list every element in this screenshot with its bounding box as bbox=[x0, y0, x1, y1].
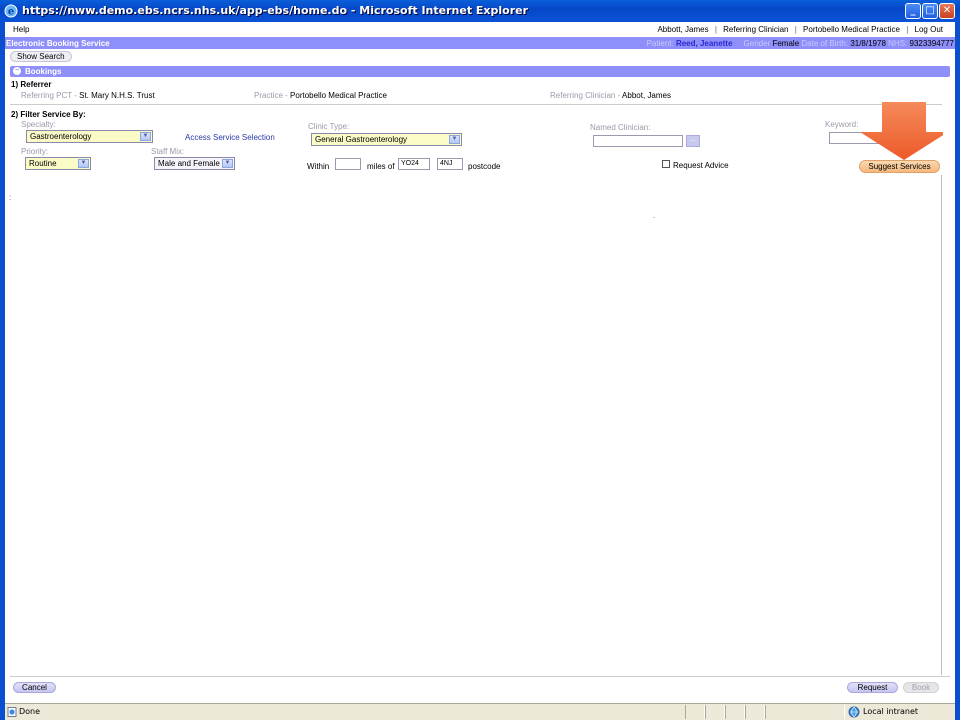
local-intranet-icon bbox=[848, 706, 860, 718]
chevron-down-icon[interactable]: ▼ bbox=[78, 159, 89, 168]
patient-dob: 31/8/1978 bbox=[850, 39, 886, 48]
patient-label: Patient: bbox=[646, 39, 674, 48]
referring-pct-label: Referring PCT - bbox=[21, 91, 77, 100]
specialty-select[interactable]: Gastroenterology ▼ bbox=[26, 130, 153, 143]
patient-nhs-number: 9323394777 bbox=[909, 39, 955, 48]
practice-value: Portobello Medical Practice bbox=[290, 91, 387, 100]
bookings-title: Bookings bbox=[25, 67, 62, 76]
right-edge-strip bbox=[941, 175, 955, 675]
specialty-value: Gastroenterology bbox=[30, 132, 92, 141]
clinic-type-label: Clinic Type: bbox=[308, 122, 350, 131]
patient-gender: Female bbox=[772, 39, 800, 48]
referring-clinician-value: Abbot, James bbox=[622, 91, 671, 100]
show-search-button[interactable]: Show Search bbox=[10, 51, 72, 62]
window-border-right bbox=[955, 22, 960, 720]
section-divider bbox=[10, 104, 942, 105]
staff-mix-label: Staff Mix: bbox=[151, 147, 185, 156]
help-menu[interactable]: Help bbox=[13, 25, 29, 34]
patient-banner: Patient: Reed, Jeanette Gender Female Da… bbox=[647, 39, 954, 48]
chevron-down-icon[interactable]: ▼ bbox=[140, 132, 151, 141]
status-cell bbox=[705, 705, 725, 719]
miles-of-label: miles of bbox=[367, 162, 395, 171]
close-button[interactable]: ✕ bbox=[939, 3, 955, 19]
referring-practice: Practice - Portobello Medical Practice bbox=[254, 91, 387, 100]
postcode-label: postcode bbox=[468, 162, 501, 171]
collapse-icon[interactable]: − bbox=[13, 67, 21, 75]
dob-label: Date of Birth: bbox=[801, 39, 849, 48]
user-info: Abbott, James | Referring Clinician | Po… bbox=[655, 25, 945, 34]
request-advice-label: Request Advice bbox=[673, 161, 729, 170]
referring-pct-value: St. Mary N.H.S. Trust bbox=[79, 91, 155, 100]
cancel-button[interactable]: Cancel bbox=[13, 682, 56, 693]
minimize-button[interactable]: _ bbox=[905, 3, 921, 19]
postcode-part1-input[interactable]: YO24 bbox=[398, 158, 430, 170]
status-cell bbox=[725, 705, 745, 719]
stray-mark: : bbox=[9, 193, 12, 202]
status-cell bbox=[765, 705, 845, 719]
user-practice: Portobello Medical Practice bbox=[803, 25, 900, 34]
keyword-label: Keyword: bbox=[825, 120, 859, 129]
pointer-arrow-icon bbox=[860, 102, 948, 160]
security-zone-label: Local intranet bbox=[863, 707, 919, 716]
menu-bar: Help Abbott, James | Referring Clinician… bbox=[5, 22, 955, 37]
within-label: Within bbox=[307, 162, 330, 171]
named-clinician-input[interactable] bbox=[593, 135, 683, 147]
referring-pct: Referring PCT - St. Mary N.H.S. Trust bbox=[21, 91, 155, 100]
clinic-type-value: General Gastroenterology bbox=[315, 135, 408, 144]
status-cell bbox=[685, 705, 705, 719]
footer-divider bbox=[10, 676, 950, 677]
referring-clinician-label: Referring Clinician - bbox=[550, 91, 621, 100]
staff-mix-value: Male and Female bbox=[158, 159, 220, 168]
access-service-selection-link[interactable]: Access Service Selection bbox=[185, 133, 275, 142]
named-clinician-label: Named Clinician: bbox=[590, 123, 651, 132]
user-name: Abbott, James bbox=[657, 25, 709, 34]
app-header-bar: Electronic Booking Service Patient: Reed… bbox=[5, 37, 955, 49]
referring-clinician: Referring Clinician - Abbot, James bbox=[550, 91, 671, 100]
svg-text:e: e bbox=[8, 7, 14, 18]
status-bar: Done Local intranet bbox=[5, 703, 955, 720]
window-title-bar: e https://nww.demo.ebs.ncrs.nhs.uk/app-e… bbox=[0, 0, 960, 22]
page-done-icon bbox=[7, 707, 17, 717]
right-edge-panel bbox=[943, 110, 955, 174]
status-text: Done bbox=[19, 707, 41, 716]
chevron-down-icon[interactable]: ▼ bbox=[222, 159, 233, 168]
priority-label: Priority: bbox=[21, 147, 49, 156]
miles-input[interactable] bbox=[335, 158, 361, 170]
window-title: https://nww.demo.ebs.ncrs.nhs.uk/app-ebs… bbox=[22, 4, 529, 17]
separator: | bbox=[714, 25, 717, 34]
specialty-label: Specialty: bbox=[21, 120, 56, 129]
book-button: Book bbox=[903, 682, 939, 693]
postcode-part2-input[interactable]: 4NJ bbox=[437, 158, 463, 170]
internet-explorer-icon: e bbox=[4, 4, 18, 18]
practice-label: Practice - bbox=[254, 91, 288, 100]
staff-mix-select[interactable]: Male and Female ▼ bbox=[154, 157, 235, 170]
priority-value: Routine bbox=[29, 159, 57, 168]
separator: | bbox=[794, 25, 797, 34]
clinic-type-select[interactable]: General Gastroenterology ▼ bbox=[311, 133, 462, 146]
logout-link[interactable]: Log Out bbox=[915, 25, 943, 34]
stray-mark: . bbox=[653, 211, 656, 220]
user-role: Referring Clinician bbox=[723, 25, 789, 34]
named-clinician-lookup-button[interactable]: ... bbox=[686, 135, 700, 147]
request-button[interactable]: Request bbox=[847, 682, 898, 693]
separator: | bbox=[906, 25, 909, 34]
bookings-section-header[interactable]: − Bookings bbox=[10, 66, 950, 77]
nhs-label: NHS: bbox=[888, 39, 908, 48]
suggest-services-button[interactable]: Suggest Services bbox=[859, 160, 940, 173]
patient-name: Reed, Jeanette bbox=[675, 39, 733, 48]
maximize-button[interactable]: □ bbox=[922, 3, 938, 19]
app-title: Electronic Booking Service bbox=[6, 39, 110, 48]
window-border-left bbox=[0, 22, 5, 720]
referrer-section-title: 1) Referrer bbox=[11, 80, 52, 89]
chevron-down-icon[interactable]: ▼ bbox=[449, 135, 460, 144]
filter-section-title: 2) Filter Service By: bbox=[11, 110, 86, 119]
gender-label: Gender bbox=[743, 39, 771, 48]
priority-select[interactable]: Routine ▼ bbox=[25, 157, 91, 170]
request-advice-checkbox[interactable] bbox=[662, 160, 670, 168]
status-cell bbox=[745, 705, 765, 719]
